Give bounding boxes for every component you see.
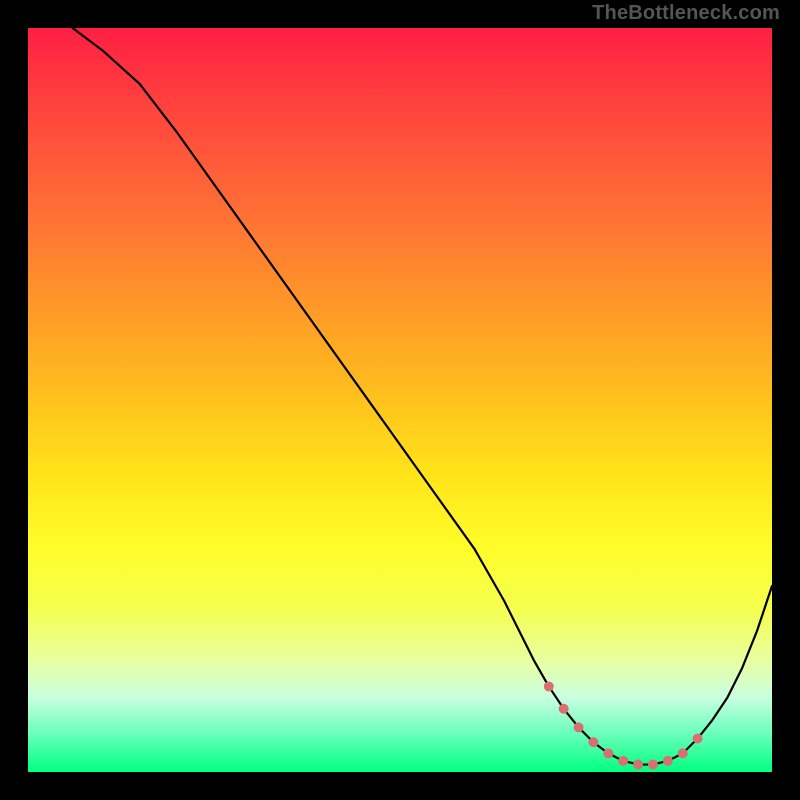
chart-frame: TheBottleneck.com (0, 0, 800, 800)
watermark-text: TheBottleneck.com (592, 2, 780, 25)
plot-area (28, 28, 772, 772)
marker-dot (618, 756, 628, 766)
marker-dot (544, 681, 554, 691)
marker-dot (603, 748, 613, 758)
marker-dot (633, 760, 643, 770)
marker-dot (559, 704, 569, 714)
marker-dot (663, 756, 673, 766)
curve-path (73, 28, 772, 765)
chart-svg (28, 28, 772, 772)
marker-dot (648, 760, 658, 770)
marker-dot (678, 748, 688, 758)
marker-dot (588, 737, 598, 747)
marker-dot (574, 722, 584, 732)
marker-group (544, 681, 703, 769)
marker-dot (693, 734, 703, 744)
